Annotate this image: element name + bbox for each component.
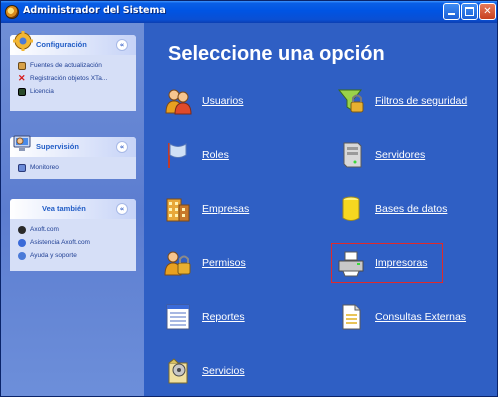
- option-permisos[interactable]: Permisos: [164, 249, 284, 283]
- document-icon: [342, 304, 361, 330]
- sidebar-item-label: Asistencia Axoft.com: [30, 239, 90, 246]
- permissions-icon: [164, 251, 191, 276]
- option-label: Servicios: [202, 365, 245, 377]
- option-label: Permisos: [202, 257, 246, 269]
- option-label: Filtros de seguridad: [375, 95, 468, 107]
- close-icon: ✕: [483, 6, 492, 17]
- sidebar-item-label: Fuentes de actualización: [30, 62, 102, 69]
- option-impresoras[interactable]: Impresoras: [331, 243, 443, 283]
- panel-configuracion: Configuración « Fuentes de actualización…: [10, 31, 136, 111]
- gear-icon: [13, 31, 33, 51]
- database-icon: [342, 196, 360, 221]
- main-content: Seleccione una opción Usuarios Filtros d…: [144, 23, 497, 396]
- sidebar-item-licencia[interactable]: Licencia: [18, 85, 130, 98]
- minimize-icon: [448, 13, 455, 15]
- sidebar-item-axoft[interactable]: Axoft.com: [18, 223, 130, 236]
- server-icon: [343, 142, 362, 168]
- option-empresas[interactable]: Empresas: [164, 195, 284, 229]
- sidebar: Configuración « Fuentes de actualización…: [1, 23, 144, 396]
- services-icon: [168, 358, 188, 384]
- option-usuarios[interactable]: Usuarios: [164, 87, 284, 121]
- page-title: Seleccione una opción: [168, 43, 385, 65]
- panel-title: Vea también: [42, 204, 86, 213]
- app-icon: [5, 5, 19, 19]
- app-window: Administrador del Sistema ✕ Configuració…: [0, 0, 498, 397]
- panel-title: Supervisión: [36, 142, 79, 151]
- title-bar[interactable]: Administrador del Sistema ✕: [1, 1, 497, 23]
- report-icon: [166, 304, 190, 330]
- option-label: Empresas: [202, 203, 250, 215]
- sources-icon: [18, 62, 26, 70]
- chart-icon: [18, 164, 26, 172]
- option-label: Roles: [202, 149, 229, 161]
- collapse-chevron-icon[interactable]: «: [116, 141, 128, 153]
- option-bases-de-datos[interactable]: Bases de datos: [337, 195, 487, 229]
- option-roles[interactable]: Roles: [164, 141, 284, 175]
- panel-header[interactable]: Supervisión «: [10, 135, 136, 157]
- support-icon: [18, 239, 26, 247]
- sidebar-item-registracion[interactable]: ✕ Registración objetos XTa...: [18, 72, 130, 85]
- globe-icon: [18, 226, 26, 234]
- option-label: Usuarios: [202, 95, 244, 107]
- panel-vea-tambien: Vea también « Axoft.com Asistencia Axoft…: [10, 199, 136, 271]
- sidebar-item-label: Registración objetos XTa...: [30, 75, 108, 82]
- x-icon: ✕: [18, 73, 26, 83]
- option-label: Bases de datos: [375, 203, 448, 215]
- sidebar-item-label: Monitoreo: [30, 164, 59, 171]
- collapse-chevron-icon[interactable]: «: [116, 39, 128, 51]
- sidebar-item-fuentes[interactable]: Fuentes de actualización: [18, 59, 130, 72]
- option-label: Reportes: [202, 311, 245, 323]
- panel-header[interactable]: Configuración «: [10, 31, 136, 55]
- close-button[interactable]: ✕: [479, 3, 496, 20]
- option-label: Servidores: [375, 149, 426, 161]
- maximize-icon: [465, 7, 474, 16]
- window-title: Administrador del Sistema: [23, 5, 166, 16]
- option-servidores[interactable]: Servidores: [337, 141, 477, 175]
- panel-title: Configuración: [36, 40, 87, 49]
- sidebar-item-ayuda[interactable]: Ayuda y soporte: [18, 249, 130, 262]
- license-icon: [18, 88, 26, 96]
- flag-icon: [168, 143, 187, 168]
- panel-header[interactable]: Vea también «: [10, 199, 136, 219]
- sidebar-item-label: Axoft.com: [30, 226, 59, 233]
- sidebar-item-label: Licencia: [30, 88, 54, 95]
- collapse-chevron-icon[interactable]: «: [116, 203, 128, 215]
- option-label: Impresoras: [375, 257, 428, 269]
- maximize-button[interactable]: [461, 3, 478, 20]
- sidebar-item-monitoreo[interactable]: Monitoreo: [18, 161, 130, 174]
- panel-supervision: Supervisión « Monitoreo: [10, 135, 136, 179]
- monitor-icon: [13, 135, 31, 151]
- option-reportes[interactable]: Reportes: [164, 303, 284, 337]
- minimize-button[interactable]: [443, 3, 460, 20]
- sidebar-item-asistencia[interactable]: Asistencia Axoft.com: [18, 236, 130, 249]
- sidebar-item-label: Ayuda y soporte: [30, 252, 77, 259]
- filter-lock-icon: [337, 89, 364, 113]
- help-icon: [18, 252, 26, 260]
- printer-icon: [338, 251, 364, 277]
- building-icon: [166, 198, 190, 222]
- option-servicios[interactable]: Servicios: [164, 357, 284, 391]
- option-consultas-externas[interactable]: Consultas Externas: [337, 303, 497, 337]
- option-label: Consultas Externas: [375, 311, 467, 323]
- users-icon: [165, 89, 192, 115]
- option-filtros[interactable]: Filtros de seguridad: [337, 87, 497, 121]
